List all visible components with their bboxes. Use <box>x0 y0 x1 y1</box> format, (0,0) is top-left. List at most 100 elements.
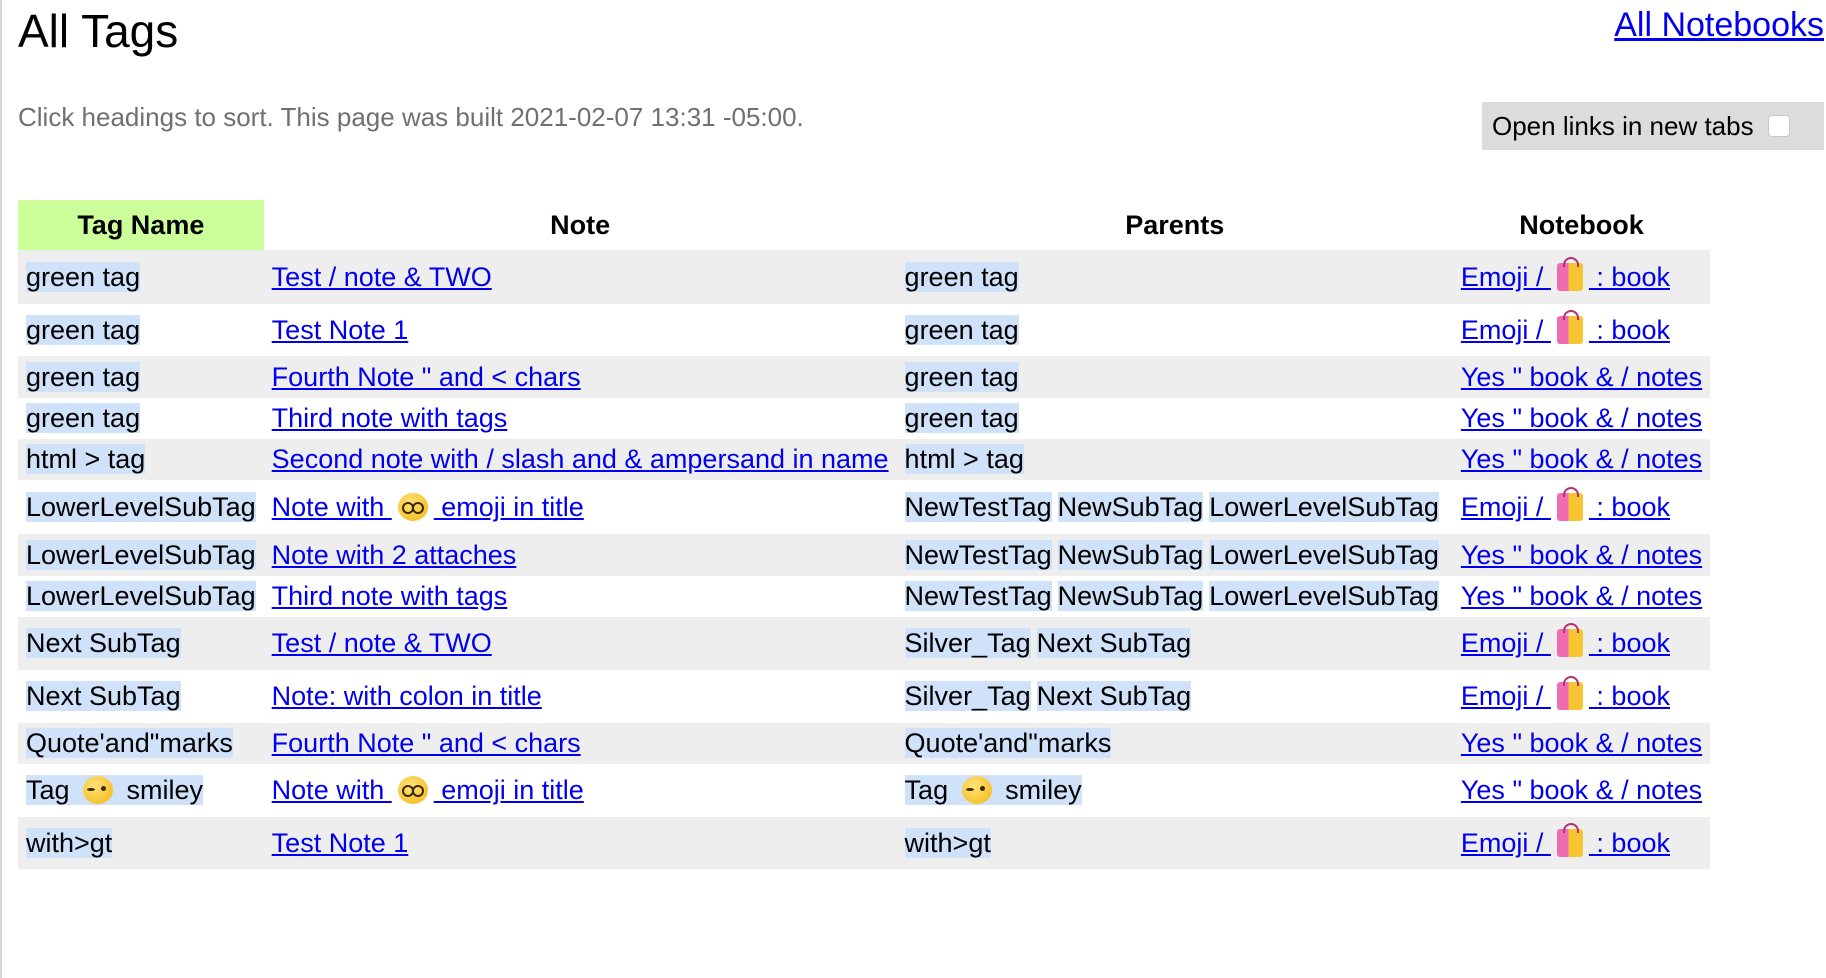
notebook-cell: Emoji / : book <box>1453 670 1710 723</box>
note-cell: Note with emoji in title <box>264 480 897 534</box>
tag-name-cell: LowerLevelSubTag <box>18 534 264 576</box>
parent-tag: NewSubTag <box>1057 491 1204 522</box>
note-link[interactable]: Test Note 1 <box>272 315 409 345</box>
notebook-link[interactable]: Yes " book & / notes <box>1461 403 1702 433</box>
notebook-cell: Yes " book & / notes <box>1452 723 1711 764</box>
note-cell: Test Note 1 <box>264 304 897 356</box>
shopping-bags-icon <box>1556 822 1583 857</box>
tag-name: Tag smiley <box>26 775 204 805</box>
notebook-cell: Emoji / : book <box>1453 304 1710 356</box>
note-link[interactable]: Note with emoji in title <box>272 492 584 522</box>
table-row: Next SubTag Note: with colon in title Silv… <box>18 670 1710 723</box>
parents-cell: with>gt <box>896 817 1453 869</box>
parent-tag: html > tag <box>904 444 1024 474</box>
parent-tag: Silver_Tag <box>904 681 1031 711</box>
parent-tag: green tag <box>904 403 1019 433</box>
tag-name: green tag <box>26 261 141 292</box>
notebook-link[interactable]: Emoji / : book <box>1461 256 1670 292</box>
note-link[interactable]: Note with 2 attaches <box>272 540 517 570</box>
parents-cell: green tag <box>896 250 1453 304</box>
notebook-cell: Yes " book & / notes <box>1452 439 1711 480</box>
tag-name-cell: LowerLevelSubTag <box>18 576 264 617</box>
notebook-link[interactable]: Emoji / : book <box>1461 623 1670 658</box>
column-header-parents[interactable]: Parents <box>897 200 1453 250</box>
notebook-link[interactable]: Yes " book & / notes <box>1461 540 1702 570</box>
parent-tag: with>gt <box>904 827 991 858</box>
tag-name: Quote'and"marks <box>26 728 233 758</box>
table-row: green tag Test Note 1 green tag Emoji / : b… <box>18 304 1710 356</box>
parent-tag: NewTestTag <box>904 581 1052 611</box>
table-row: LowerLevelSubTag Note with emoji in title… <box>18 480 1710 534</box>
notebook-link[interactable]: Yes " book & / notes <box>1461 362 1702 392</box>
column-header-tag-name[interactable]: Tag Name <box>18 200 264 250</box>
note-link[interactable]: Third note with tags <box>272 581 508 611</box>
notebook-cell: Yes " book & / notes <box>1452 356 1711 398</box>
notebook-cell: Yes " book & / notes <box>1453 398 1710 439</box>
tag-name-cell: green tag <box>18 398 264 439</box>
notebook-link[interactable]: Yes " book & / notes <box>1461 444 1702 474</box>
tag-name: Next SubTag <box>26 681 181 711</box>
parents-cell: NewTestTag NewSubTag LowerLevelSubTag <box>896 534 1453 576</box>
notebook-cell: Emoji / : book <box>1452 250 1711 304</box>
note-cell: Test Note 1 <box>263 817 897 869</box>
tag-name-cell: green tag <box>18 304 264 356</box>
note-link[interactable]: Third note with tags <box>272 403 508 433</box>
table-row: green tag Third note with tags green tag Ye… <box>18 398 1710 439</box>
tag-name-cell: Next SubTag <box>18 617 264 670</box>
note-link[interactable]: Second note with / slash and & ampersand… <box>272 444 889 474</box>
open-links-new-tabs-toggle[interactable]: Open links in new tabs <box>1482 102 1824 150</box>
parent-tag: green tag <box>904 314 1019 345</box>
tag-name-cell: Tag smiley <box>18 764 264 817</box>
tag-name: green tag <box>26 361 141 392</box>
notebook-link[interactable]: Emoji / : book <box>1461 822 1670 858</box>
parents-cell: green tag <box>897 304 1453 356</box>
note-link[interactable]: Fourth Note " and < chars <box>272 728 581 758</box>
table-body: green tag Test / note & TWO green tag Emoji… <box>18 250 1711 869</box>
notebook-link[interactable]: Emoji / : book <box>1461 676 1670 711</box>
notebook-link[interactable]: Yes " book & / notes <box>1461 728 1702 758</box>
nerd-face-icon <box>397 776 428 804</box>
table-row: Quote'and"marks Fourth Note " and < chars… <box>18 723 1711 764</box>
shopping-bags-icon <box>1556 309 1583 344</box>
parent-tag: LowerLevelSubTag <box>1209 539 1439 570</box>
notebook-cell: Emoji / : book <box>1452 617 1711 670</box>
note-cell: Second note with / slash and & ampersand… <box>263 439 897 480</box>
parent-tag: LowerLevelSubTag <box>1209 491 1439 522</box>
tags-table: Tag Name Note Parents Notebook green tag… <box>18 200 1711 869</box>
note-link[interactable]: Test / note & TWO <box>272 262 492 292</box>
open-links-new-tabs-label: Open links in new tabs <box>1492 110 1754 141</box>
notebook-cell: Emoji / : book <box>1453 480 1710 534</box>
note-link[interactable]: Test Note 1 <box>272 828 409 858</box>
parents-cell: Quote'and"marks <box>896 723 1453 764</box>
note-link[interactable]: Note with emoji in title <box>272 775 584 805</box>
note-cell: Third note with tags <box>264 398 897 439</box>
parent-tag: Next SubTag <box>1036 681 1192 711</box>
parent-tag: LowerLevelSubTag <box>1209 581 1439 611</box>
page: All Tags All Notebooks Click headings to… <box>0 0 1826 978</box>
notebook-link[interactable]: Emoji / : book <box>1461 486 1670 522</box>
note-link[interactable]: Test / note & TWO <box>272 628 492 658</box>
parents-cell: Tag smiley <box>897 764 1453 817</box>
parents-cell: html > tag <box>896 439 1453 480</box>
tag-name: LowerLevelSubTag <box>26 491 256 522</box>
table-row: html > tag Second note with / slash and &… <box>18 439 1711 480</box>
notebook-link[interactable]: Yes " book & / notes <box>1461 581 1702 611</box>
shopping-bags-icon <box>1556 256 1583 291</box>
open-links-new-tabs-checkbox[interactable] <box>1767 115 1790 137</box>
note-link[interactable]: Note: with colon in title <box>272 681 542 711</box>
note-cell: Fourth Note " and < chars <box>263 356 897 398</box>
all-notebooks-link[interactable]: All Notebooks <box>1614 6 1824 45</box>
note-cell: Note with emoji in title <box>264 764 897 817</box>
notebook-link[interactable]: Emoji / : book <box>1461 309 1670 345</box>
note-link[interactable]: Fourth Note " and < chars <box>272 362 581 392</box>
page-title: All Tags <box>18 5 179 57</box>
shopping-bags-icon <box>1556 676 1583 710</box>
notebook-link[interactable]: Yes " book & / notes <box>1461 775 1702 805</box>
column-header-note[interactable]: Note <box>264 200 897 250</box>
parents-cell: Silver_Tag Next SubTag <box>897 670 1453 723</box>
notebook-cell: Emoji / : book <box>1452 817 1711 869</box>
tag-name: Next SubTag <box>26 628 181 658</box>
column-header-notebook[interactable]: Notebook <box>1453 200 1710 250</box>
tag-name: LowerLevelSubTag <box>26 539 256 570</box>
note-cell: Note: with colon in title <box>264 670 897 723</box>
